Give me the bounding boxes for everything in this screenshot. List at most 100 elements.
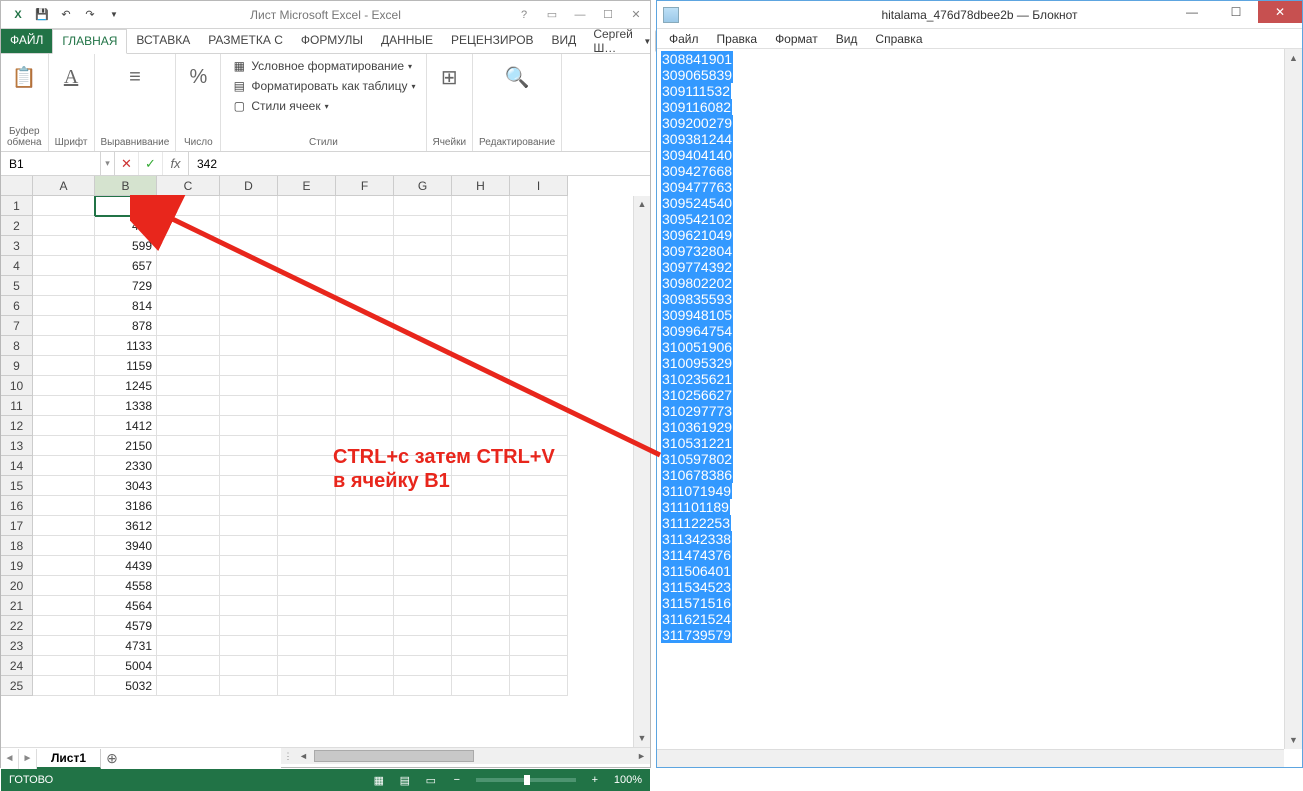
row-header[interactable]: 19 xyxy=(1,556,33,576)
list-item[interactable]: 311739579 xyxy=(661,627,732,643)
list-item[interactable]: 309542102 xyxy=(661,211,733,227)
cell[interactable] xyxy=(157,396,220,416)
cell[interactable] xyxy=(278,496,336,516)
np-horizontal-scrollbar[interactable] xyxy=(657,749,1284,767)
cell[interactable] xyxy=(157,496,220,516)
cell[interactable] xyxy=(33,216,95,236)
cell[interactable]: 1245 xyxy=(95,376,157,396)
row-header[interactable]: 24 xyxy=(1,656,33,676)
cell[interactable]: 5032 xyxy=(95,676,157,696)
cell[interactable] xyxy=(510,376,568,396)
row-header[interactable]: 13 xyxy=(1,436,33,456)
cell[interactable] xyxy=(157,556,220,576)
cell[interactable]: 2150 xyxy=(95,436,157,456)
cell[interactable]: 4558 xyxy=(95,576,157,596)
cell[interactable] xyxy=(394,576,452,596)
cell[interactable] xyxy=(336,236,394,256)
cell[interactable] xyxy=(394,356,452,376)
list-item[interactable]: 311474376 xyxy=(661,547,732,563)
view-page-break-icon[interactable]: ▭ xyxy=(419,771,443,789)
cell[interactable]: 1412 xyxy=(95,416,157,436)
cell[interactable] xyxy=(33,236,95,256)
cell[interactable] xyxy=(394,396,452,416)
menu-view[interactable]: Вид xyxy=(828,30,866,48)
cell[interactable] xyxy=(510,236,568,256)
cell[interactable] xyxy=(510,616,568,636)
cell[interactable] xyxy=(336,356,394,376)
cell[interactable] xyxy=(394,276,452,296)
cell[interactable] xyxy=(220,376,278,396)
cell[interactable] xyxy=(33,476,95,496)
cell[interactable] xyxy=(394,196,452,216)
cell[interactable] xyxy=(336,616,394,636)
cell[interactable] xyxy=(157,676,220,696)
cell[interactable] xyxy=(510,196,568,216)
cell[interactable] xyxy=(33,496,95,516)
cell[interactable] xyxy=(336,636,394,656)
cell[interactable] xyxy=(220,476,278,496)
cell[interactable] xyxy=(510,396,568,416)
row-header[interactable]: 11 xyxy=(1,396,33,416)
list-item[interactable]: 309948105 xyxy=(661,307,733,323)
cell[interactable] xyxy=(220,656,278,676)
cell[interactable] xyxy=(336,276,394,296)
cell[interactable]: 4439 xyxy=(95,556,157,576)
row-header[interactable]: 25 xyxy=(1,676,33,696)
cell[interactable] xyxy=(336,336,394,356)
cell[interactable]: 657 xyxy=(95,256,157,276)
cell[interactable] xyxy=(278,216,336,236)
format-as-table-button[interactable]: ▤ Форматировать как таблицу▾ xyxy=(227,77,419,95)
name-box-dropdown-icon[interactable]: ▾ xyxy=(101,152,115,175)
minimize-icon[interactable]: — xyxy=(570,6,590,24)
list-item[interactable]: 309116082 xyxy=(661,99,732,115)
cell[interactable] xyxy=(510,216,568,236)
fx-icon[interactable]: fx xyxy=(163,152,189,175)
tab-review[interactable]: РЕЦЕНЗИРОВ xyxy=(442,29,543,53)
list-item[interactable]: 311071949 xyxy=(661,483,732,499)
name-box[interactable]: B1 xyxy=(1,152,101,175)
cell[interactable] xyxy=(394,516,452,536)
cell[interactable] xyxy=(336,576,394,596)
select-all-corner[interactable] xyxy=(1,176,33,196)
cell[interactable]: 3043 xyxy=(95,476,157,496)
cell[interactable] xyxy=(157,536,220,556)
cell[interactable] xyxy=(510,676,568,696)
cell[interactable] xyxy=(157,356,220,376)
cell[interactable]: 599 xyxy=(95,236,157,256)
row-header[interactable]: 7 xyxy=(1,316,33,336)
list-item[interactable]: 308841901 xyxy=(661,51,733,67)
cell[interactable] xyxy=(394,336,452,356)
cell[interactable] xyxy=(510,516,568,536)
list-item[interactable]: 310051906 xyxy=(661,339,733,355)
tab-formulas[interactable]: ФОРМУЛЫ xyxy=(292,29,372,53)
list-item[interactable]: 309732804 xyxy=(661,243,733,259)
cell[interactable] xyxy=(510,416,568,436)
font-icon[interactable]: А xyxy=(55,57,87,97)
cell[interactable] xyxy=(220,296,278,316)
cell[interactable] xyxy=(452,236,510,256)
cell[interactable] xyxy=(33,196,95,216)
cell[interactable] xyxy=(157,296,220,316)
row-header[interactable]: 3 xyxy=(1,236,33,256)
zoom-slider[interactable] xyxy=(476,778,576,782)
cells-icon[interactable]: ⊞ xyxy=(433,57,465,97)
cell[interactable] xyxy=(157,376,220,396)
cell[interactable] xyxy=(452,656,510,676)
cell[interactable] xyxy=(278,676,336,696)
cell[interactable] xyxy=(510,656,568,676)
cell[interactable]: 342 xyxy=(95,196,157,216)
cell[interactable] xyxy=(33,256,95,276)
cell[interactable] xyxy=(220,636,278,656)
cell[interactable] xyxy=(336,596,394,616)
cell[interactable] xyxy=(278,376,336,396)
cell[interactable] xyxy=(157,476,220,496)
list-item[interactable]: 310297773 xyxy=(661,403,733,419)
list-item[interactable]: 309774392 xyxy=(661,259,733,275)
cell[interactable] xyxy=(452,596,510,616)
cell[interactable] xyxy=(452,216,510,236)
alignment-icon[interactable]: ≡ xyxy=(119,57,151,97)
cell[interactable] xyxy=(33,436,95,456)
cell[interactable] xyxy=(394,536,452,556)
col-header-D[interactable]: D xyxy=(220,176,278,196)
row-header[interactable]: 17 xyxy=(1,516,33,536)
